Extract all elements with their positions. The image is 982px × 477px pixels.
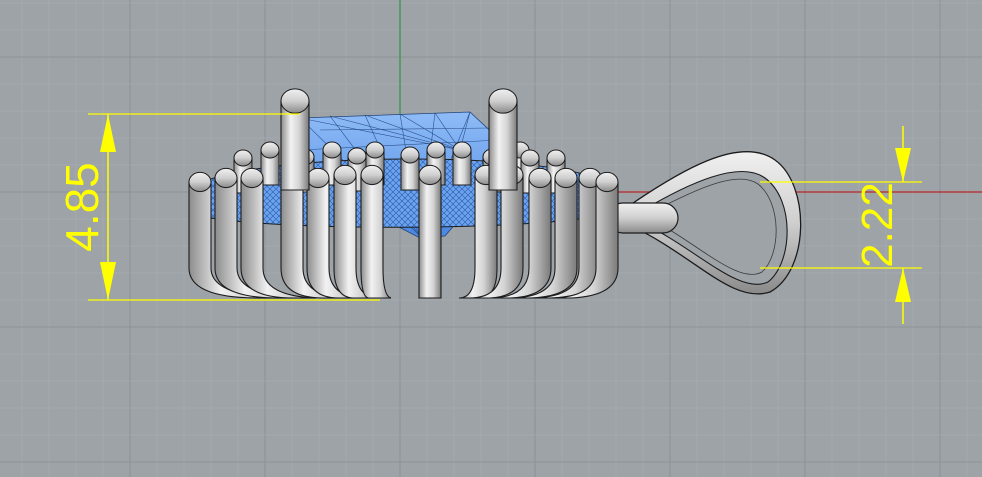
prong-tip bbox=[188, 171, 212, 193]
viewport-canvas[interactable]: 4.85 2.22 bbox=[0, 0, 982, 477]
rhino-front-viewport[interactable]: 4.85 2.22 bbox=[0, 0, 982, 477]
prong-tip bbox=[554, 167, 578, 189]
prong-tip bbox=[365, 141, 385, 159]
prong-tip bbox=[260, 141, 280, 159]
prong-tip bbox=[347, 147, 367, 165]
prong-tip bbox=[233, 149, 253, 167]
prong-tip bbox=[280, 88, 310, 114]
prong-tip bbox=[520, 149, 540, 167]
prong-tip bbox=[240, 167, 264, 189]
prong-tip bbox=[333, 164, 357, 186]
prong-tip bbox=[214, 167, 238, 189]
tall-prong-right bbox=[488, 88, 518, 191]
prong-tip bbox=[452, 141, 472, 159]
prong-tip bbox=[528, 167, 552, 189]
back-prong bbox=[452, 141, 472, 186]
overall-height-label: 4.85 bbox=[56, 162, 108, 252]
front-prong bbox=[418, 164, 442, 299]
prong-tip bbox=[400, 146, 420, 164]
back-prong bbox=[260, 141, 280, 186]
prong-tip bbox=[546, 149, 566, 167]
prong-tip bbox=[426, 141, 446, 159]
prong-tip bbox=[595, 171, 619, 193]
prong-tip bbox=[360, 164, 384, 186]
prong-tip bbox=[322, 141, 342, 159]
tall-prong-left bbox=[280, 88, 310, 191]
prong-tip bbox=[306, 167, 330, 189]
back-prong bbox=[400, 146, 420, 191]
bail-height-label: 2.22 bbox=[853, 182, 902, 268]
prong-tip bbox=[418, 164, 442, 186]
prong-tip bbox=[488, 88, 518, 114]
